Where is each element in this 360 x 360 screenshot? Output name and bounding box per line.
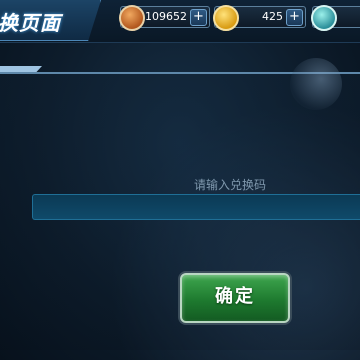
redeem-code-input[interactable] — [32, 194, 360, 220]
gold-coin-icon — [213, 5, 239, 31]
top-bar: 换页面 109652 + 425 + — [0, 0, 360, 43]
gold-counter: 425 + — [213, 5, 306, 31]
add-coin-button[interactable]: + — [190, 9, 207, 26]
gem-counter — [311, 5, 360, 31]
coin-counter: 109652 + — [119, 5, 210, 31]
gem-icon — [311, 5, 337, 31]
redeem-prompt: 请输入兑换码 — [193, 178, 266, 192]
gold-value: 425 — [262, 10, 283, 23]
confirm-button[interactable]: 确定 — [180, 273, 290, 323]
page-title: 换页面 — [0, 11, 61, 35]
add-gold-button[interactable]: + — [286, 9, 303, 26]
coin-value: 109652 — [145, 10, 187, 23]
planet-decoration — [290, 58, 342, 110]
panel-tab-marker — [0, 66, 42, 72]
title-plate: 换页面 — [0, 0, 101, 41]
copper-coin-icon — [119, 5, 145, 31]
